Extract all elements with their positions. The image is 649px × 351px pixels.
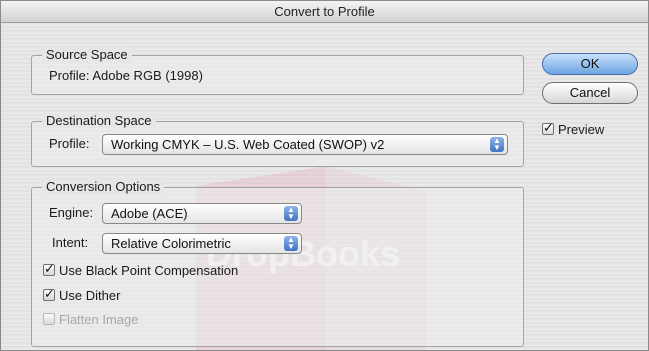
- checkbox-box: ✓: [43, 286, 55, 301]
- checkbox-box: ✓: [542, 120, 554, 135]
- checkmark-icon: ✓: [44, 286, 55, 301]
- conversion-options-group: Conversion Options Engine: Adobe (ACE) ▲…: [31, 179, 524, 347]
- updown-arrows-icon: ▲ ▼: [490, 137, 504, 152]
- destination-space-legend: Destination Space: [42, 113, 156, 128]
- destination-profile-label: Profile:: [49, 136, 90, 151]
- updown-arrows-icon: ▲ ▼: [284, 236, 298, 251]
- source-space-legend: Source Space: [42, 47, 132, 62]
- source-space-group: Source Space Profile: Adobe RGB (1998): [31, 47, 524, 95]
- preview-checkbox[interactable]: ✓ Preview: [542, 120, 605, 137]
- checkmark-icon: ✓: [543, 120, 554, 135]
- black-point-checkbox[interactable]: ✓ Use Black Point Compensation: [43, 261, 239, 278]
- destination-profile-select[interactable]: Working CMYK – U.S. Web Coated (SWOP) v2…: [102, 134, 508, 155]
- intent-value: Relative Colorimetric: [111, 236, 231, 251]
- checkmark-icon: ✓: [44, 261, 55, 276]
- source-profile-text: Profile: Adobe RGB (1998): [49, 68, 203, 83]
- updown-arrows-icon: ▲ ▼: [284, 206, 298, 221]
- convert-to-profile-dialog: Convert to Profile DropBooks Source Spac…: [0, 0, 649, 351]
- dither-label: Use Dither: [59, 288, 121, 303]
- conversion-options-legend: Conversion Options: [42, 179, 165, 194]
- destination-space-group: Destination Space Profile: Working CMYK …: [31, 113, 524, 167]
- dither-checkbox[interactable]: ✓ Use Dither: [43, 286, 121, 303]
- preview-label: Preview: [558, 122, 605, 137]
- intent-label: Intent:: [52, 235, 89, 250]
- flatten-image-label: Flatten Image: [59, 312, 139, 327]
- engine-value: Adobe (ACE): [111, 206, 188, 221]
- dialog-title: Convert to Profile: [1, 1, 648, 23]
- cancel-button[interactable]: Cancel: [542, 82, 638, 104]
- flatten-image-checkbox[interactable]: Flatten Image: [43, 312, 139, 327]
- ok-button[interactable]: OK: [542, 53, 638, 75]
- checkbox-box: [43, 313, 55, 325]
- black-point-label: Use Black Point Compensation: [59, 263, 239, 278]
- intent-select[interactable]: Relative Colorimetric ▲ ▼: [102, 233, 302, 254]
- engine-select[interactable]: Adobe (ACE) ▲ ▼: [102, 203, 302, 224]
- checkbox-box: ✓: [43, 261, 55, 276]
- engine-label: Engine:: [49, 205, 94, 220]
- destination-profile-value: Working CMYK – U.S. Web Coated (SWOP) v2: [111, 137, 385, 152]
